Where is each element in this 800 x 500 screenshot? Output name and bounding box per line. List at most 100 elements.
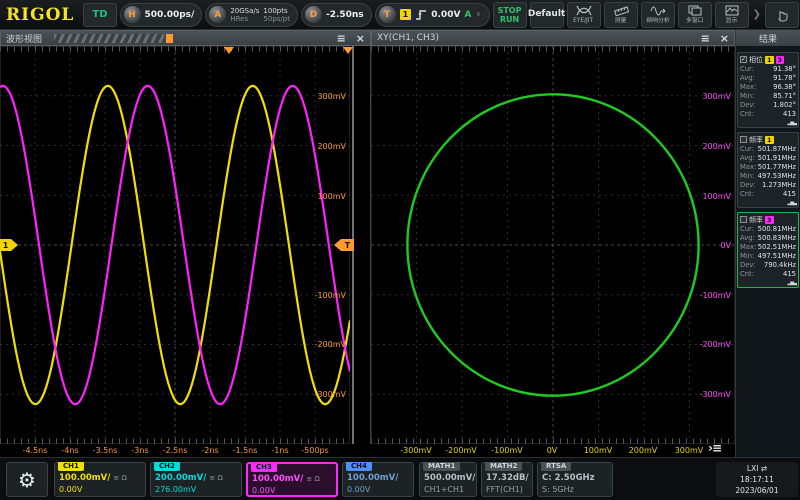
stat-label: Dev: <box>740 101 756 109</box>
ch4-offset-value: 0.00V <box>347 485 371 494</box>
multi-window-icon <box>688 4 702 16</box>
ch3-scale-value: 100.00mV/ <box>252 474 304 484</box>
math1-tab: MATH1 <box>423 462 461 471</box>
trigger-collapse-chevron[interactable]: ‹ <box>475 9 481 20</box>
eye-diagram-icon <box>575 4 592 16</box>
coupling-icon: ≡ <box>113 474 120 482</box>
point-resolution-value: 50ps/pt <box>263 14 290 23</box>
measure-label: 测量 <box>614 16 627 24</box>
ch3-offset-value: 0.00V <box>252 486 276 495</box>
display-button[interactable]: 显示 <box>714 1 749 28</box>
waveform-view-titlebar[interactable]: 波形视图 ≡ × <box>0 30 371 46</box>
trigger-level-marker[interactable]: T <box>334 239 354 251</box>
xy-view-titlebar[interactable]: XY(CH1, CH3) ≡ × <box>371 30 735 46</box>
more-tools-chevron[interactable]: ❯ <box>752 9 762 20</box>
acquire-control[interactable]: A 20GSa/s HRes 100pts 50ps/pt <box>205 2 298 27</box>
measurement-card-freq-ch1[interactable]: 频率 1 Cur: 501.87MHz Avg: 501.91MHz Max: 501… <box>737 132 799 208</box>
xy-plot-area[interactable] <box>371 46 735 444</box>
channel-block-ch4[interactable]: CH4 100.00mV/ 0.00V <box>342 462 414 497</box>
impedance-icon: Ω <box>314 475 320 483</box>
clock-block[interactable]: LXI ⇄ 18:17:11 2023/06/01 <box>716 462 798 497</box>
stat-label: Min: <box>740 252 755 260</box>
xy-view-title: XY(CH1, CH3) <box>377 33 439 43</box>
channel-block-ch3[interactable]: CH3 100.00mV/≡ Ω 0.00V <box>246 462 338 497</box>
stat-value: 500.81MHz <box>757 225 796 233</box>
xy-ylabel: 200mV <box>702 142 731 151</box>
waveform-close-button[interactable]: × <box>356 33 365 44</box>
delay-value: -2.50ns <box>325 9 364 20</box>
histogram-icon[interactable]: ▂▅▃ <box>787 200 796 206</box>
channel-block-ch1[interactable]: CH1 100.00mV/≡ Ω 0.00V <box>54 462 146 497</box>
histogram-icon[interactable]: ▂▅▃ <box>787 280 796 286</box>
default-button[interactable]: Default <box>528 1 565 28</box>
xy-menu-button[interactable]: ≡ <box>701 33 710 44</box>
math1-expr-value: CH1+CH1 <box>424 485 465 494</box>
horizontal-scale-control[interactable]: H 500.00ps/ <box>119 2 203 27</box>
stat-value: 501.77MHz <box>757 163 796 171</box>
window-drag-handle[interactable] <box>54 33 165 43</box>
stat-value: 497.51MHz <box>757 252 796 260</box>
system-time: 18:17:11 <box>740 475 774 484</box>
math2-block[interactable]: MATH2 17.32dB/ FFT(CH1) <box>481 462 533 497</box>
math1-scale-value: 500.00mV/ <box>424 473 476 483</box>
trigger-source-badge: 1 <box>399 9 412 20</box>
stat-value: 500.83MHz <box>757 234 796 242</box>
trigger-level-arrow-icon <box>334 239 341 251</box>
stat-value: 85.71° <box>773 92 796 100</box>
lxi-status: LXI ⇄ <box>746 464 768 473</box>
xy-ylabel: -100mV <box>699 291 731 300</box>
timebase-mode-button[interactable]: TD <box>83 2 117 27</box>
measurement-card-phase[interactable]: ✓ 相位 1 3 Cur: 91.38° Avg: 91.78° Max: 96.38… <box>737 52 799 128</box>
stat-label: Min: <box>740 172 755 180</box>
bode-button[interactable]: 频响分析 <box>640 1 675 28</box>
waveform-plot-area[interactable] <box>0 46 371 444</box>
measurement-card-freq-ch3[interactable]: 频率 3 Cur: 500.81MHz Avg: 500.83MHz Max: 502… <box>737 212 799 288</box>
coupling-icon: ≡ <box>306 475 313 483</box>
xy-close-button[interactable]: × <box>720 33 729 44</box>
trigger-position-marker[interactable] <box>224 47 234 54</box>
rigol-logo: RIGOL <box>6 4 75 25</box>
stat-value: 413 <box>783 110 796 118</box>
stop-label: STOP <box>497 5 522 15</box>
settings-gear-button[interactable]: ⚙ <box>6 462 48 497</box>
xy-xlabel: 100mV <box>583 446 613 455</box>
stat-label: Max: <box>740 163 757 171</box>
stat-label: Dev: <box>740 181 756 189</box>
trigger-level-letter: T <box>341 239 354 251</box>
channel-block-ch2[interactable]: CH2 200.00mV/≡ Ω 276.00mV <box>150 462 242 497</box>
eye-jit-button[interactable]: EYE/JIT <box>566 1 601 28</box>
xy-corner-menu-icon[interactable]: ›≡ <box>708 441 722 455</box>
display-icon <box>725 4 739 16</box>
math2-expr-value: FFT(CH1) <box>486 485 523 494</box>
wf-xlabel: -3ns <box>131 446 149 455</box>
math2-scale-value: 17.32dB/ <box>486 473 529 483</box>
horizontal-delay-control[interactable]: D -2.50ns <box>300 2 372 27</box>
xy-ylabel: -300mV <box>699 390 731 399</box>
histogram-icon[interactable]: ▂▅▃ <box>787 120 796 126</box>
ch1-scale-value: 100.00mV/ <box>59 473 111 483</box>
wf-ylabel: -300mV <box>314 390 346 399</box>
measure-button[interactable]: 测量 <box>603 1 638 28</box>
trigger-control[interactable]: T 1 0.00V A ‹ <box>374 2 490 27</box>
timebase-mode-label: TD <box>92 9 108 20</box>
math1-block[interactable]: MATH1 500.00mV/ CH1+CH1 <box>419 462 477 497</box>
ch1-ground-marker[interactable]: 1 <box>0 239 18 251</box>
stat-label: Max: <box>740 243 757 251</box>
gesture-button[interactable] <box>764 1 799 28</box>
sample-rate-value: 20GSa/s <box>230 6 260 15</box>
checkbox-icon[interactable] <box>740 216 747 223</box>
run-stop-button[interactable]: STOP RUN <box>492 1 527 28</box>
stat-label: Dev: <box>740 261 756 269</box>
multi-window-button[interactable]: 多窗口 <box>677 1 712 28</box>
rtsa-block[interactable]: RTSA C: 2.50GHz S: 5GHz <box>537 462 613 497</box>
stat-label: Min: <box>740 92 755 100</box>
checkbox-icon[interactable] <box>740 136 747 143</box>
memory-depth-value: 100pts <box>263 6 288 15</box>
checkbox-icon[interactable]: ✓ <box>740 56 747 63</box>
delay-position-marker[interactable] <box>343 47 353 54</box>
ch1-marker-label: 1 <box>0 239 11 251</box>
ch4-scale-value: 100.00mV/ <box>347 473 399 483</box>
trigger-level-value: 0.00V <box>431 9 461 20</box>
top-status-bar: RIGOL TD H 500.00ps/ A 20GSa/s HRes 100p… <box>0 0 800 30</box>
waveform-menu-button[interactable]: ≡ <box>337 33 346 44</box>
